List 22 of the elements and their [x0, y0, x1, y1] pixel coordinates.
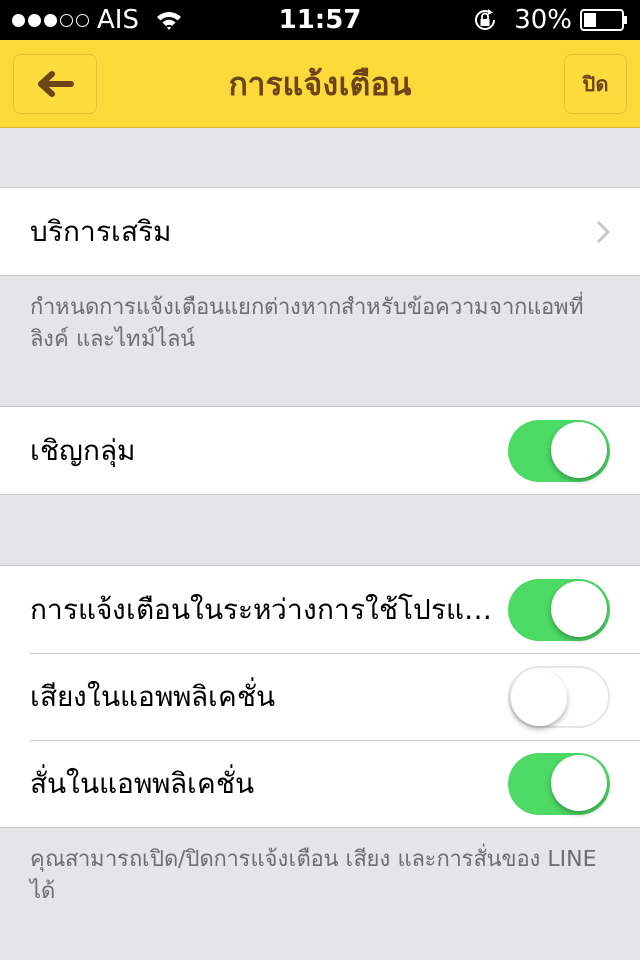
- battery-percent: 30%: [514, 4, 572, 36]
- wifi-icon: [154, 9, 183, 31]
- row-label: สั่นในแอพพลิเคชั่น: [30, 763, 254, 805]
- page-title: การแจ้งเตือน: [228, 64, 412, 104]
- clock: 11:57: [278, 4, 362, 36]
- toggle-switch[interactable]: [508, 420, 610, 482]
- toggle-switch[interactable]: [508, 666, 610, 728]
- close-button[interactable]: ปิด: [564, 54, 627, 114]
- toggle-switch[interactable]: [508, 753, 610, 815]
- row-label: เชิญกลุ่ม: [30, 432, 135, 470]
- toggle-switch[interactable]: [508, 578, 610, 640]
- signal-icon: [12, 14, 89, 26]
- battery-icon: [580, 8, 628, 32]
- section-footer: กำหนดการแจ้งเตือนแยกต่างหากสำหรับข้อความจากแอพที่ลิงค์ และไทม์ไลน์: [30, 292, 610, 356]
- back-button[interactable]: [13, 54, 97, 114]
- carrier-name: AIS: [97, 4, 139, 36]
- chevron-icon: [596, 220, 610, 244]
- row-label: เสียงในแอพพลิเคชั่น: [30, 676, 275, 718]
- row-label: บริการเสริม: [30, 214, 171, 250]
- back-arrow-icon: [35, 70, 75, 98]
- section-footer: คุณสามารถเปิด/ปิดการแจ้งเตือน เสียง และการสั่นของ LINE ได้: [30, 844, 610, 908]
- row-label: การแจ้งเตือนในระหว่างการใช้โปรแ…: [30, 592, 492, 628]
